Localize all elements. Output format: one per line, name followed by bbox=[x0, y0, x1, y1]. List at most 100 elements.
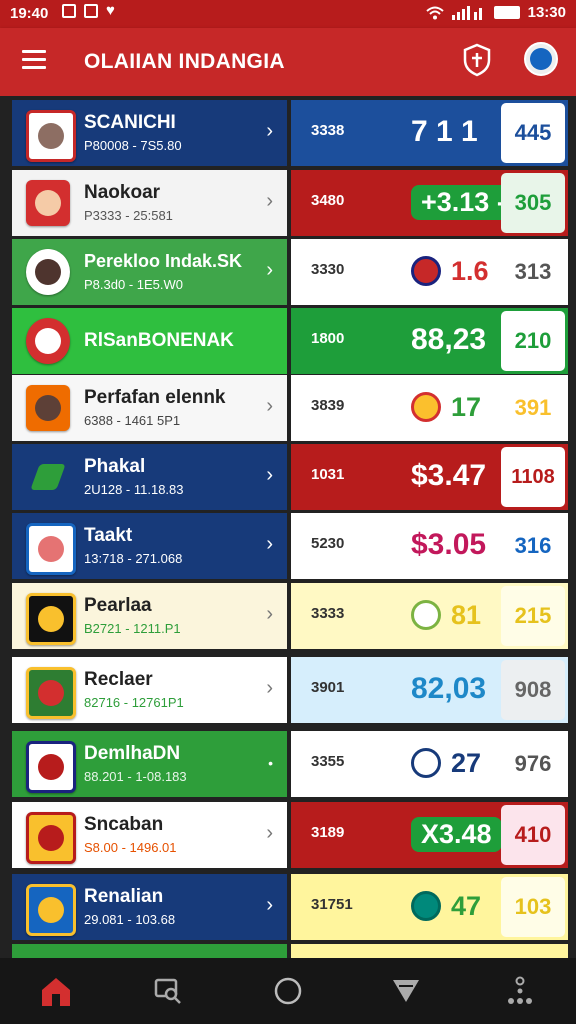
row-value: 82,03 bbox=[411, 672, 487, 705]
chevron-right-icon: › bbox=[266, 120, 273, 142]
team-range: 6388 - 1461 5P1 bbox=[84, 413, 181, 428]
value-card[interactable]: 3480 +3.13 - 305 bbox=[291, 170, 568, 236]
status-time: 19:40 bbox=[10, 5, 49, 22]
chevron-right-icon: › bbox=[266, 822, 273, 844]
team-range: P8.3d0 - 1E5.W0 bbox=[84, 277, 183, 292]
row-value: 88,23 bbox=[411, 323, 487, 356]
team-card[interactable]: Phakal 2U128 - 11.18.83 › bbox=[12, 444, 287, 510]
list-row[interactable]: Reclaer 82716 - 12761P1 › 3901 82,03 908 bbox=[12, 657, 568, 723]
list-row[interactable]: Renalian 29.081 - 103.68 › 31751 47 103 bbox=[12, 874, 568, 940]
profile-avatar[interactable] bbox=[524, 42, 558, 76]
team-name: Pearlaa bbox=[84, 595, 152, 616]
team-name: Naokoar bbox=[84, 182, 161, 203]
chevron-right-icon: › bbox=[266, 190, 273, 212]
team-card[interactable]: Naokoar P3333 - 25:581 › bbox=[12, 170, 287, 236]
list-row[interactable]: Naokoar P3333 - 25:581 › 3480 +3.13 - 30… bbox=[12, 170, 568, 236]
team-card[interactable]: RlSanBONENAK bbox=[12, 308, 287, 374]
team-name: Taakt bbox=[84, 525, 133, 546]
row-badge: 391 bbox=[501, 378, 565, 438]
dot-indicator: • bbox=[268, 755, 273, 771]
team-card[interactable]: Perekloo Indak.SK P8.3d0 - 1E5.W0 › bbox=[12, 239, 287, 305]
team-card[interactable]: Taakt 13:718 - 271.068 › bbox=[12, 513, 287, 579]
row-code: 3189 bbox=[311, 824, 345, 841]
row-code: 3338 bbox=[311, 122, 345, 139]
value-card[interactable]: 3901 82,03 908 bbox=[291, 657, 568, 723]
app-bar: OLAIIAN INDANGIA bbox=[0, 28, 576, 96]
value-card[interactable]: 3355 27 976 bbox=[291, 731, 568, 797]
value-card[interactable]: 31751 47 103 bbox=[291, 874, 568, 940]
team-card[interactable]: Renalian 29.081 - 103.68 › bbox=[12, 874, 287, 940]
list-row[interactable]: Perekloo Indak.SK P8.3d0 - 1E5.W0 › 3330… bbox=[12, 239, 568, 305]
home-icon[interactable] bbox=[36, 972, 76, 1010]
team-logo bbox=[26, 110, 76, 162]
chevron-right-icon: › bbox=[266, 395, 273, 417]
row-value: 47 bbox=[451, 890, 482, 921]
team-logo bbox=[26, 180, 70, 226]
team-card[interactable]: Reclaer 82716 - 12761P1 › bbox=[12, 657, 287, 723]
team-range: 88.201 - 1-08.183 bbox=[84, 769, 187, 784]
row-code: 3333 bbox=[311, 605, 345, 622]
more-icon[interactable] bbox=[500, 972, 540, 1010]
list-row[interactable]: DemlhaDN 88.201 - 1-08.183 • 3355 27 976 bbox=[12, 731, 568, 797]
search-icon[interactable] bbox=[148, 972, 188, 1010]
team-card[interactable]: SCANICHI P80008 - 7S5.80 › bbox=[12, 100, 287, 166]
value-card[interactable]: 3330 1.6 313 bbox=[291, 239, 568, 305]
team-range: P3333 - 25:581 bbox=[84, 208, 173, 223]
row-badge: 103 bbox=[501, 877, 565, 937]
team-logo bbox=[26, 884, 76, 936]
value-card[interactable]: 3333 81 215 bbox=[291, 583, 568, 649]
team-range: 29.081 - 103.68 bbox=[84, 912, 176, 927]
filter-icon[interactable] bbox=[386, 972, 426, 1010]
team-range: 13:718 - 271.068 bbox=[84, 551, 183, 566]
team-range: 82716 - 12761P1 bbox=[84, 695, 184, 710]
row-code: 3901 bbox=[311, 679, 345, 696]
team-name: Perfafan elennk bbox=[84, 387, 226, 408]
list-row[interactable]: RlSanBONENAK 1800 88,23 210 bbox=[12, 308, 568, 374]
row-value: 7 1 1 bbox=[411, 115, 478, 148]
team-name: DemlhaDN bbox=[84, 743, 181, 764]
shield-icon[interactable] bbox=[462, 43, 492, 77]
row-code: 5230 bbox=[311, 535, 345, 552]
row-value: 27 bbox=[451, 747, 482, 778]
value-card[interactable]: 5230 $3.05 316 bbox=[291, 513, 568, 579]
value-card[interactable]: 3839 17 391 bbox=[291, 375, 568, 441]
signal-icon bbox=[451, 5, 482, 20]
team-name: Reclaer bbox=[84, 669, 153, 690]
value-card[interactable]: 1800 88,23 210 bbox=[291, 308, 568, 374]
team-card[interactable]: Sncaban S8.00 - 1496.01 › bbox=[12, 802, 287, 868]
list-row[interactable]: Perfafan elennk 6388 - 1461 5P1 › 3839 1… bbox=[12, 375, 568, 441]
row-badge: 410 bbox=[501, 805, 565, 865]
battery-icon bbox=[493, 6, 520, 19]
row-code: 3355 bbox=[311, 753, 345, 770]
team-logo bbox=[26, 812, 76, 864]
team-logo bbox=[26, 385, 70, 431]
team-card[interactable]: Perfafan elennk 6388 - 1461 5P1 › bbox=[12, 375, 287, 441]
menu-icon[interactable] bbox=[22, 50, 46, 74]
value-card[interactable]: 3338 7 1 1 445 bbox=[291, 100, 568, 166]
list-row[interactable]: Phakal 2U128 - 11.18.83 › 1031 $3.47 110… bbox=[12, 444, 568, 510]
circle-icon[interactable] bbox=[268, 972, 308, 1010]
status-bar: 19:40 ♥ 13:30 bbox=[0, 0, 576, 28]
chevron-right-icon: › bbox=[266, 603, 273, 625]
team-name: Renalian bbox=[84, 886, 164, 907]
team-card[interactable]: DemlhaDN 88.201 - 1-08.183 • bbox=[12, 731, 287, 797]
news-notification-icon bbox=[84, 4, 98, 18]
team-card[interactable]: Pearlaa B2721 - 1211.P1 › bbox=[12, 583, 287, 649]
value-card[interactable]: 3189 X3.48 410 bbox=[291, 802, 568, 868]
team-logo bbox=[26, 593, 76, 645]
value-card[interactable]: 1031 $3.47 1108 bbox=[291, 444, 568, 510]
row-badge: 313 bbox=[501, 242, 565, 302]
list-row[interactable]: Sncaban S8.00 - 1496.01 › 3189 X3.48 410 bbox=[12, 802, 568, 868]
chevron-right-icon: › bbox=[266, 677, 273, 699]
row-code: 3839 bbox=[311, 397, 345, 414]
row-badge: 316 bbox=[501, 516, 565, 576]
badge-icon bbox=[411, 891, 441, 921]
list-row[interactable]: Taakt 13:718 - 271.068 › 5230 $3.05 316 bbox=[12, 513, 568, 579]
list-row[interactable]: SCANICHI P80008 - 7S5.80 › 3338 7 1 1 44… bbox=[12, 100, 568, 166]
list-row[interactable]: Pearlaa B2721 - 1211.P1 › 3333 81 215 bbox=[12, 583, 568, 649]
team-logo bbox=[26, 249, 70, 295]
team-range: S8.00 - 1496.01 bbox=[84, 840, 177, 855]
team-range: B2721 - 1211.P1 bbox=[84, 621, 181, 636]
team-name: SCANICHI bbox=[84, 112, 176, 133]
list-row-partial[interactable] bbox=[12, 944, 568, 958]
